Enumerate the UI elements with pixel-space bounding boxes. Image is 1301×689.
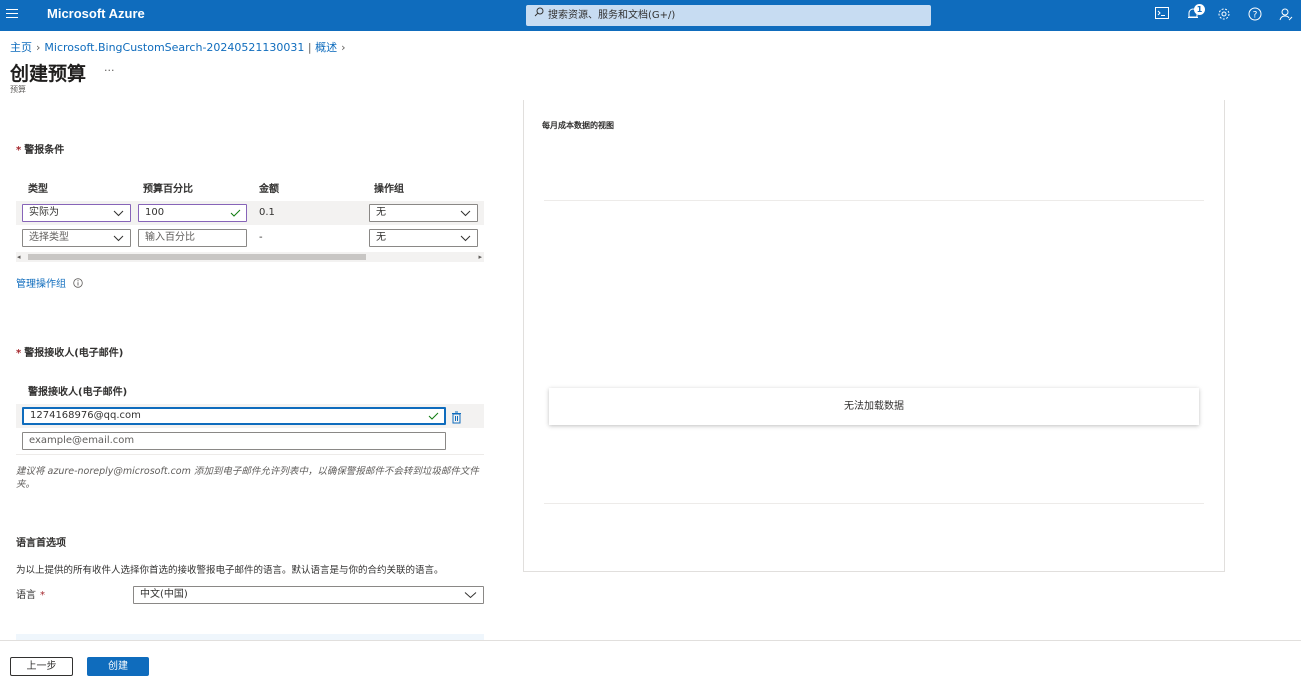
- language-label-text: 语言: [16, 590, 36, 601]
- more-options-icon[interactable]: ···: [104, 64, 115, 77]
- brand-title[interactable]: Microsoft Azure: [47, 6, 145, 21]
- chevron-right-icon: ›: [341, 41, 346, 54]
- required-marker: *: [16, 145, 22, 156]
- delete-icon[interactable]: [451, 409, 463, 424]
- breadcrumb-overview[interactable]: 概述: [315, 41, 337, 54]
- column-action-group: 操作组: [374, 184, 404, 195]
- language-select-value: 中文(中国): [140, 589, 188, 600]
- breadcrumb-resource[interactable]: Microsoft.BingCustomSearch-2024052113003…: [44, 41, 304, 54]
- percent-input[interactable]: 100: [138, 204, 247, 222]
- required-marker: *: [40, 590, 45, 601]
- breadcrumb-divider: |: [307, 41, 312, 54]
- page-subtitle: 预算: [10, 85, 26, 94]
- chart-gridline: [544, 200, 1204, 201]
- language-title: 语言首选项: [16, 538, 66, 549]
- type-select-placeholder: 选择类型: [29, 232, 69, 243]
- manage-action-groups-label[interactable]: 管理操作组: [16, 279, 66, 290]
- chevron-down-icon: [113, 205, 124, 226]
- column-type: 类型: [28, 184, 48, 195]
- checkmark-icon: [230, 205, 241, 226]
- hamburger-icon[interactable]: [6, 6, 20, 24]
- create-button[interactable]: 创建: [87, 657, 149, 676]
- chart-gridline: [544, 503, 1204, 504]
- alert-conditions-label: 警报条件: [24, 145, 65, 156]
- chevron-down-icon: [464, 587, 477, 608]
- chevron-down-icon: [460, 230, 471, 251]
- allowlist-note: 建议将 azure-noreply@microsoft.com 添加到电子邮件允…: [16, 466, 479, 490]
- action-group-value: 无: [376, 207, 386, 218]
- language-description: 为以上提供的所有收件人选择你首选的接收警报电子邮件的语言。默认语言是与你的合约关…: [16, 565, 444, 576]
- type-select[interactable]: 实际为: [22, 204, 131, 222]
- feedback-icon[interactable]: [1277, 7, 1295, 25]
- scroll-right-icon[interactable]: ▸: [478, 253, 482, 261]
- amount-value: 0.1: [259, 207, 275, 218]
- percent-input-empty[interactable]: 输入百分比: [138, 229, 247, 247]
- checkmark-icon: [428, 409, 439, 427]
- back-button[interactable]: 上一步: [10, 657, 73, 676]
- top-bar: Microsoft Azure 1 ?: [0, 0, 1301, 31]
- notification-badge: 1: [1194, 4, 1205, 15]
- settings-icon[interactable]: [1215, 7, 1233, 25]
- chevron-down-icon: [113, 230, 124, 251]
- help-icon[interactable]: ?: [1246, 7, 1264, 25]
- scrollbar-thumb[interactable]: [28, 254, 366, 260]
- email-placeholder: example@email.com: [29, 435, 135, 446]
- search-icon: [534, 7, 544, 20]
- language-label: 语言 *: [16, 586, 48, 601]
- column-recipient: 警报接收人(电子邮件): [28, 387, 128, 398]
- recipients-label: 警报接收人(电子邮件): [24, 348, 124, 359]
- footer-divider: [0, 640, 1301, 641]
- breadcrumb-home[interactable]: 主页: [10, 41, 32, 54]
- no-data-message: 无法加载数据: [549, 388, 1199, 425]
- percent-input-value: 100: [145, 207, 165, 218]
- action-group-select-empty[interactable]: 无: [369, 229, 478, 247]
- info-icon[interactable]: [73, 278, 83, 290]
- action-group-select[interactable]: 无: [369, 204, 478, 222]
- required-marker: *: [16, 348, 22, 359]
- page-title: 创建预算: [10, 63, 87, 85]
- search-input[interactable]: [548, 8, 918, 23]
- email-field-value: 1274168976@qq.com: [30, 410, 141, 421]
- chevron-down-icon: [460, 205, 471, 226]
- chart-panel: [523, 100, 1225, 572]
- global-search[interactable]: [526, 5, 931, 26]
- type-select-value: 实际为: [29, 207, 59, 218]
- column-amount: 金额: [259, 184, 279, 195]
- language-select[interactable]: 中文(中国): [133, 586, 484, 604]
- percent-input-placeholder: 输入百分比: [145, 232, 195, 243]
- breadcrumb: 主页 › Microsoft.BingCustomSearch-2024052113…: [10, 39, 350, 55]
- divider: [16, 454, 484, 455]
- chevron-right-icon: ›: [36, 41, 41, 54]
- cloud-shell-icon[interactable]: [1153, 7, 1171, 25]
- email-field-empty[interactable]: example@email.com: [22, 432, 446, 450]
- horizontal-scrollbar[interactable]: ◂ ▸: [16, 252, 484, 262]
- manage-action-groups-link[interactable]: 管理操作组: [16, 275, 83, 290]
- type-select-empty[interactable]: 选择类型: [22, 229, 131, 247]
- chart-title: 每月成本数据的视图: [542, 121, 614, 130]
- alert-conditions-title: * 警报条件: [16, 141, 64, 156]
- scroll-left-icon[interactable]: ◂: [17, 253, 21, 261]
- email-field[interactable]: 1274168976@qq.com: [22, 407, 446, 425]
- svg-text:?: ?: [1253, 11, 1258, 21]
- amount-value: -: [259, 232, 263, 243]
- recipients-title: * 警报接收人(电子邮件): [16, 344, 123, 359]
- action-group-value: 无: [376, 232, 386, 243]
- column-percent: 预算百分比: [143, 184, 193, 195]
